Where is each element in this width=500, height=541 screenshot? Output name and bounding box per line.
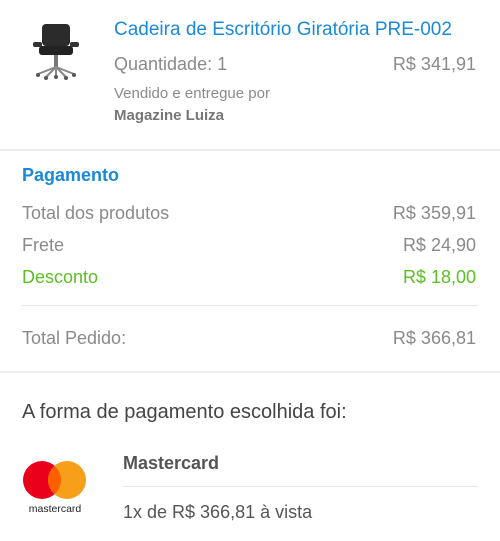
installment-info: 1x de R$ 366,81 à vista bbox=[123, 502, 313, 522]
section-divider bbox=[0, 371, 500, 373]
card-brand-name: Mastercard bbox=[123, 453, 220, 473]
discount-value: R$ 18,00 bbox=[402, 267, 476, 287]
sold-by-label: Vendido e entregue por bbox=[114, 85, 270, 102]
mastercard-logo-text: mastercard bbox=[29, 503, 82, 515]
product-title[interactable]: Cadeira de Escritório Giratória PRE-002 bbox=[114, 19, 452, 41]
shipping-label: Frete bbox=[22, 235, 65, 255]
section-divider bbox=[0, 149, 500, 151]
shipping-value: R$ 24,90 bbox=[402, 235, 476, 255]
chosen-payment-heading: A forma de pagamento escolhida foi: bbox=[22, 401, 347, 423]
product-price: R$ 341,91 bbox=[392, 54, 476, 74]
product-quantity: Quantidade: 1 bbox=[114, 54, 228, 74]
order-total-value: R$ 366,81 bbox=[392, 328, 476, 348]
products-total-label: Total dos produtos bbox=[22, 203, 170, 223]
products-total-value: R$ 359,91 bbox=[392, 203, 476, 223]
payment-section-title: Pagamento bbox=[22, 165, 120, 185]
order-total-label: Total Pedido: bbox=[22, 328, 127, 348]
seller-name: Magazine Luiza bbox=[114, 107, 225, 124]
product-card: Cadeira de Escritório Giratória PRE-002 … bbox=[0, 0, 500, 150]
mastercard-logo-icon: mastercard bbox=[23, 461, 86, 515]
office-chair-icon[interactable] bbox=[30, 22, 82, 80]
totals-divider bbox=[22, 305, 478, 306]
card-divider bbox=[123, 486, 478, 487]
discount-label: Desconto bbox=[22, 267, 99, 287]
